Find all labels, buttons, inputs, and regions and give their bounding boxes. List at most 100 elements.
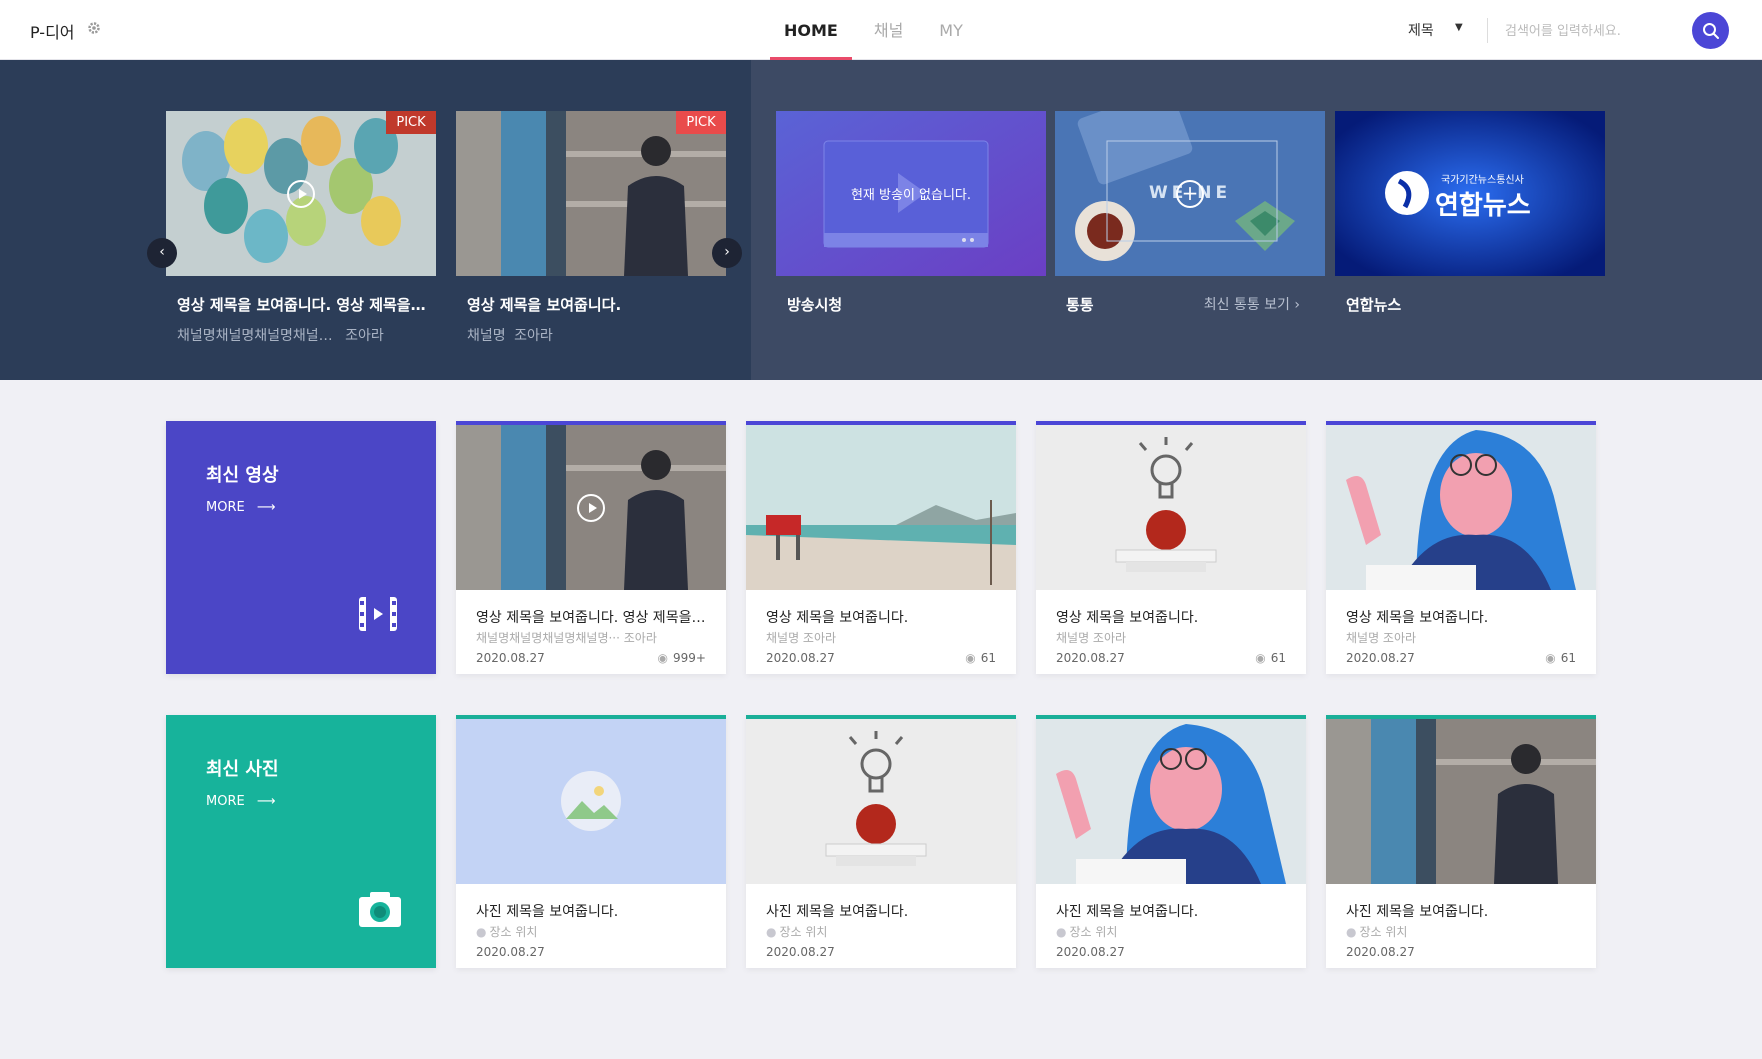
photo-card[interactable]: 사진 제목을 보여줍니다. ● 장소 위치 2020.08.27 [456, 715, 726, 968]
yonhap-main-text: 연합뉴스 [1435, 191, 1531, 221]
pick-video-card[interactable]: PICK 영상 제목을 보여줍니다. 영상 제목을 보여줍니다. 채널명채널명채… [166, 111, 436, 345]
more-label: MORE [206, 500, 245, 515]
search-divider [1487, 18, 1488, 43]
video-title[interactable]: 영상 제목을 보여줍니다. [456, 294, 716, 315]
yonhap-thumbnail[interactable]: 국가기간뉴스통신사 연합뉴스 [1335, 111, 1605, 276]
video-title[interactable]: 영상 제목을 보여줍니다. [1056, 607, 1288, 627]
video-thumbnail[interactable] [746, 425, 1016, 590]
view-count: ◉ 61 [1255, 651, 1286, 665]
hero-section: PICK 영상 제목을 보여줍니다. 영상 제목을 보여줍니다. 채널명채널명채… [0, 60, 1762, 380]
tab-home[interactable]: HOME [770, 0, 852, 60]
service-title[interactable]: 연합뉴스 [1335, 294, 1595, 315]
yonhap-sub-text: 국가기간뉴스통신사 [1441, 175, 1524, 186]
video-title[interactable]: 영상 제목을 보여줍니다. 영상 제목을 보여줍니다. [476, 607, 708, 627]
video-thumbnail[interactable] [1326, 425, 1596, 590]
tongtong-card[interactable]: WE NE + 통통 최신 통통 보기 › [1055, 111, 1325, 315]
view-count-value: 61 [1270, 651, 1286, 665]
photo-title[interactable]: 사진 제목을 보여줍니다. [476, 901, 708, 921]
latest-videos-tile[interactable]: 최신 영상 MORE ⟶ [166, 421, 436, 674]
tab-channel[interactable]: 채널 [860, 0, 917, 60]
photo-location: ● 장소 위치 [476, 923, 708, 940]
location-pin-icon: ● [1056, 925, 1067, 939]
photo-title[interactable]: 사진 제목을 보여줍니다. [1056, 901, 1288, 921]
service-title[interactable]: 통통 [1066, 296, 1094, 314]
add-icon[interactable]: + [1176, 180, 1204, 208]
photo-title[interactable]: 사진 제목을 보여줍니다. [766, 901, 998, 921]
photo-location-text: 장소 위치 [1069, 925, 1118, 939]
view-count-value: 61 [1560, 651, 1576, 665]
more-label: MORE [206, 794, 245, 809]
latest-tongtong-label: 최신 통통 보기 [1203, 297, 1290, 313]
view-count: ◉ 999+ [658, 651, 706, 665]
uploader-name: 조아라 [514, 328, 553, 344]
video-thumbnail[interactable] [456, 425, 726, 590]
eye-icon: ◉ [1255, 651, 1266, 665]
photo-card[interactable]: 사진 제목을 보여줍니다. ● 장소 위치 2020.08.27 [1326, 715, 1596, 968]
photo-location-text: 장소 위치 [1359, 925, 1408, 939]
upload-date: 2020.08.27 [766, 651, 835, 665]
channel-name: 채널명채널명채널명채널… [177, 328, 333, 344]
carousel-next-button[interactable]: › [712, 238, 742, 268]
play-icon[interactable] [577, 493, 605, 522]
video-title[interactable]: 영상 제목을 보여줍니다. [766, 607, 998, 627]
upload-date: 2020.08.27 [1346, 651, 1415, 665]
pick-video-card[interactable]: PICK 영상 제목을 보여줍니다. 채널명 조아라 [456, 111, 726, 345]
photo-card[interactable]: 사진 제목을 보여줍니다. ● 장소 위치 2020.08.27 [1036, 715, 1306, 968]
channel-name: 채널명 [467, 328, 506, 344]
photo-thumbnail[interactable] [746, 719, 1016, 884]
latest-photos-title: 최신 사진 [206, 759, 279, 780]
video-title[interactable]: 영상 제목을 보여줍니다. [1346, 607, 1578, 627]
app-logo[interactable]: P-디어 [30, 19, 75, 43]
photo-date: 2020.08.27 [766, 945, 835, 959]
search-icon [1702, 22, 1719, 39]
eye-icon: ◉ [657, 651, 669, 665]
view-count-value: 61 [980, 651, 996, 665]
video-card[interactable]: 영상 제목을 보여줍니다. 채널명 조아라 2020.08.27 ◉ 61 [1036, 421, 1306, 674]
photo-thumbnail[interactable] [456, 719, 726, 884]
live-broadcast-card[interactable]: 현재 방송이 없습니다. 방송시청 [776, 111, 1046, 315]
photo-card[interactable]: 사진 제목을 보여줍니다. ● 장소 위치 2020.08.27 [746, 715, 1016, 968]
tongtong-thumbnail[interactable]: WE NE + [1055, 111, 1325, 276]
camera-icon [358, 890, 402, 932]
uploader-name: 조아라 [345, 328, 384, 344]
photo-thumbnail[interactable] [1326, 719, 1596, 884]
photo-location: ● 장소 위치 [766, 923, 998, 940]
carousel-prev-button[interactable]: ‹ [147, 238, 177, 268]
location-pin-icon: ● [476, 925, 487, 939]
latest-photos-more-link[interactable]: MORE ⟶ [206, 794, 275, 809]
view-count: ◉ 61 [965, 651, 996, 665]
yonhap-news-card[interactable]: 국가기간뉴스통신사 연합뉴스 연합뉴스 [1335, 111, 1605, 315]
video-thumbnail[interactable]: PICK [166, 111, 436, 276]
broadcast-thumbnail[interactable]: 현재 방송이 없습니다. [776, 111, 1046, 276]
service-title[interactable]: 방송시청 [776, 294, 1036, 315]
video-title[interactable]: 영상 제목을 보여줍니다. 영상 제목을 보여줍니다. [166, 294, 426, 315]
video-card[interactable]: 영상 제목을 보여줍니다. 영상 제목을 보여줍니다. 채널명채널명채널명채널명… [456, 421, 726, 674]
video-thumbnail[interactable] [1036, 425, 1306, 590]
gear-icon[interactable] [87, 21, 101, 39]
video-meta: 채널명채널명채널명채널… 조아라 [166, 325, 436, 345]
latest-photos-tile[interactable]: 최신 사진 MORE ⟶ [166, 715, 436, 968]
photo-thumbnail[interactable] [1036, 719, 1306, 884]
channel-name: 채널명 조아라 [766, 631, 837, 645]
latest-videos-title: 최신 영상 [206, 465, 279, 486]
tab-my[interactable]: MY [925, 0, 977, 60]
location-pin-icon: ● [766, 925, 777, 939]
search-input[interactable] [1505, 17, 1675, 45]
search-button[interactable] [1692, 12, 1729, 49]
film-icon [358, 596, 398, 636]
upload-date: 2020.08.27 [1056, 651, 1125, 665]
latest-tongtong-link[interactable]: 최신 통통 보기 › [1204, 294, 1300, 314]
pick-badge: PICK [676, 111, 726, 134]
video-card[interactable]: 영상 제목을 보여줍니다. 채널명 조아라 2020.08.27 ◉ 61 [1326, 421, 1596, 674]
chevron-down-icon[interactable]: ▼ [1455, 22, 1463, 33]
video-thumbnail[interactable]: PICK [456, 111, 726, 276]
photo-title[interactable]: 사진 제목을 보여줍니다. [1346, 901, 1578, 921]
photo-date: 2020.08.27 [476, 945, 545, 959]
photo-location: ● 장소 위치 [1346, 923, 1578, 940]
video-card[interactable]: 영상 제목을 보여줍니다. 채널명 조아라 2020.08.27 ◉ 61 [746, 421, 1016, 674]
latest-videos-more-link[interactable]: MORE ⟶ [206, 500, 275, 515]
view-count: ◉ 61 [1545, 651, 1576, 665]
arrow-right-icon: ⟶ [256, 794, 276, 809]
video-meta: 채널명 조아라 [456, 325, 726, 345]
play-icon[interactable] [287, 179, 315, 208]
